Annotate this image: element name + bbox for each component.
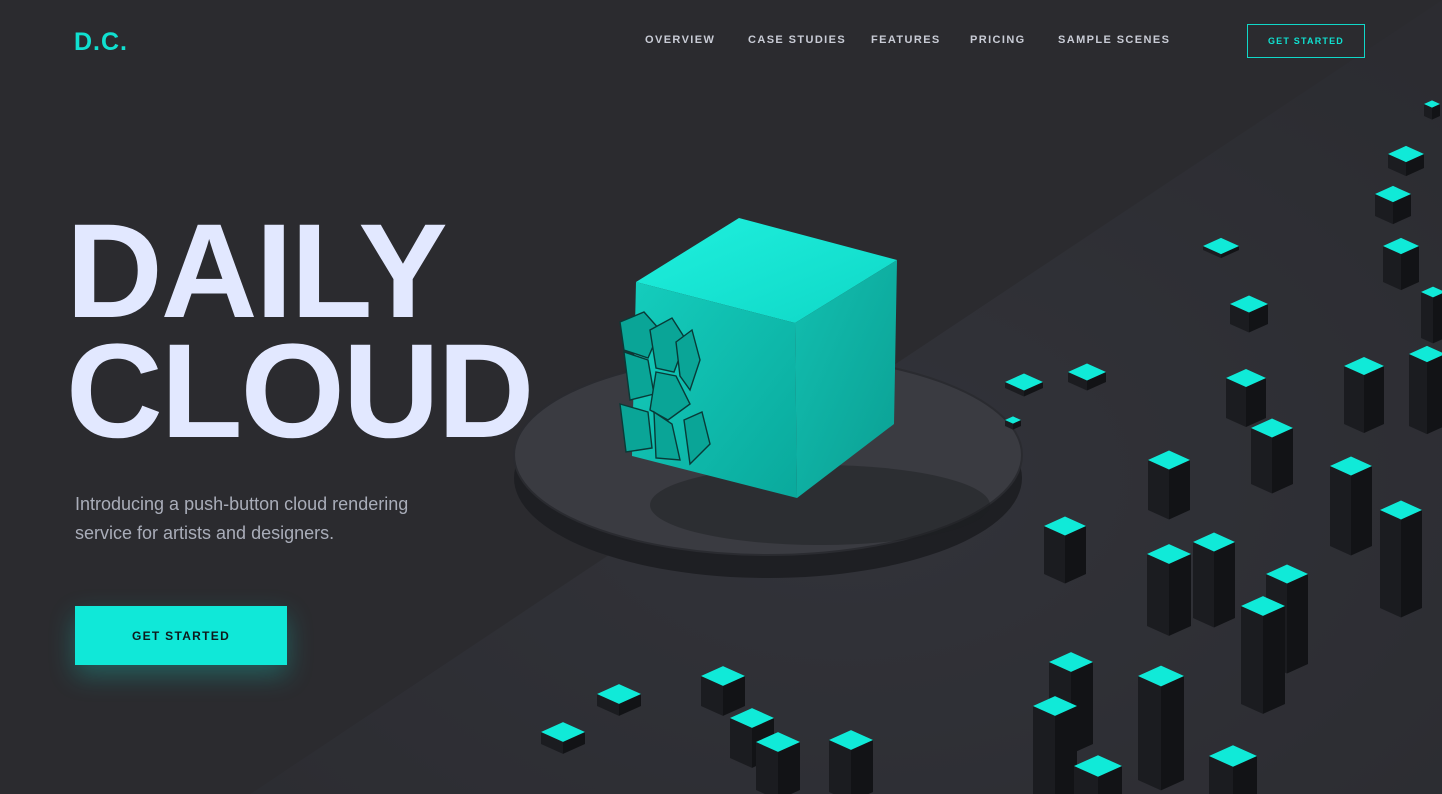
nav-case-studies[interactable]: CASE STUDIES <box>748 34 846 46</box>
nav-features[interactable]: FEATURES <box>871 34 941 46</box>
nav-pricing[interactable]: PRICING <box>970 34 1026 46</box>
header-get-started-button[interactable]: GET STARTED <box>1247 24 1365 58</box>
nav-sample-scenes[interactable]: SAMPLE SCENES <box>1058 34 1170 46</box>
pillar <box>1383 237 1419 291</box>
pillar <box>1375 185 1411 225</box>
pillar <box>1193 532 1235 628</box>
pillar <box>1344 357 1384 433</box>
hero-subtitle: Introducing a push-button cloud renderin… <box>75 494 409 543</box>
pillar <box>1409 345 1442 435</box>
pillar <box>1241 596 1285 714</box>
pillar <box>1424 100 1440 120</box>
hero-title-line-2: CLOUD <box>66 317 534 466</box>
pillar <box>1251 418 1293 494</box>
pillar <box>1033 696 1077 794</box>
pillar <box>1147 544 1191 636</box>
nav-overview[interactable]: OVERVIEW <box>645 34 715 46</box>
brand-logo[interactable]: D.C. <box>74 28 128 57</box>
pillar <box>756 732 800 794</box>
hero-title: DAILY CLOUD <box>66 197 534 466</box>
pillar <box>1226 369 1266 427</box>
pillar <box>829 730 873 794</box>
pillar <box>701 666 745 716</box>
hero-title-line-1: DAILY <box>66 197 448 346</box>
hero-get-started-button[interactable]: GET STARTED <box>75 606 287 665</box>
pillar <box>1044 516 1086 584</box>
pillar <box>1380 500 1422 618</box>
site-header: D.C. OVERVIEW CASE STUDIES FEATURES PRIC… <box>0 0 1442 84</box>
pillar <box>1148 450 1190 520</box>
pillar <box>1421 286 1442 344</box>
pillar <box>1138 665 1184 791</box>
pillar <box>1330 456 1372 556</box>
